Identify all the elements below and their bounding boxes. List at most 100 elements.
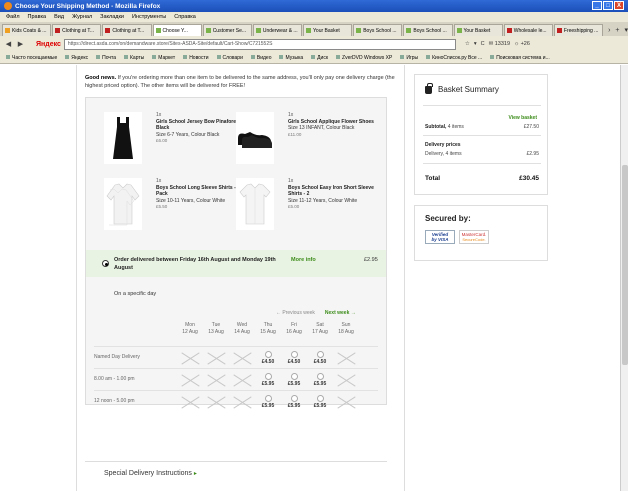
bookmark-item[interactable]: Часто посещаемые [6,55,57,61]
browser-tab[interactable]: Underwear & ... [252,24,303,36]
product-info: 1x Girls School Jersey Bow Pinafore - Bl… [156,112,244,145]
browser-tab[interactable]: Clothing at T... [102,24,152,36]
unavailable-slot [230,393,254,411]
browser-tab[interactable]: Freeshipping ... [553,24,604,36]
bookmark-item[interactable]: Маркет [152,55,175,61]
minimize-button[interactable]: _ [592,1,602,10]
browser-tab[interactable]: Boys School ... [403,24,453,36]
browser-tab[interactable]: Wholesale le... [503,24,553,36]
bookmark-item[interactable]: Диск [311,55,328,61]
day-date: 16 Aug [286,329,302,335]
tab-scroll-right-icon[interactable]: › [608,27,610,34]
view-basket-link[interactable]: View basket [508,115,537,121]
delivery-slot[interactable]: £4.50 [282,349,306,367]
day-date: 18 Aug [338,329,354,335]
browser-tab[interactable]: Clothing at T... [52,24,102,36]
tab-favicon-icon [456,28,462,33]
delivery-slot[interactable]: £4.50 [256,349,280,367]
week-navigation: ← Previous week Next week → [276,310,356,316]
menu-history[interactable]: Журнал [72,14,92,20]
bookmark-item[interactable]: КиноСписок.ру Все ... [426,55,482,61]
slot-radio[interactable] [264,351,272,358]
special-instructions-toggle[interactable]: Special Delivery Instructions ▸ [104,470,197,477]
product-name[interactable]: Girls School Jersey Bow Pinafore - Black [156,119,244,132]
tab-list-icon[interactable]: ▾ [625,26,628,34]
browser-tab[interactable]: Boys School ... [353,24,403,36]
slot-radio[interactable] [290,373,298,380]
delivery-option-row[interactable]: Order delivered between Friday 16th Augu… [86,250,386,277]
browser-tab[interactable]: Your Basket [303,24,353,36]
menu-file[interactable]: Файл [6,14,20,20]
tab-favicon-icon [155,28,161,33]
more-info-link[interactable]: More info [291,257,316,263]
next-week-link[interactable]: Next week → [325,310,356,316]
menu-edit[interactable]: Правка [28,14,47,20]
slot-radio[interactable] [316,395,324,402]
history-dropdown-icon[interactable]: ▾ [474,41,477,47]
previous-week-link[interactable]: ← Previous week [276,310,315,316]
tab-favicon-icon [406,28,412,33]
menu-help[interactable]: Справка [174,14,196,20]
slot-radio[interactable] [316,351,324,358]
tab-label: Clothing at T... [62,27,95,34]
browser-tab[interactable]: Your Basket [453,24,503,36]
bookmark-item[interactable]: Почта [96,55,116,61]
delivery-slot[interactable]: £5.95 [256,393,280,411]
delivery-slot[interactable]: £4.50 [308,349,332,367]
toolbar-right: ☆ ▾ C ✉ 13319 ☼ +26 [465,41,530,47]
delivery-slot[interactable]: £5.95 [282,371,306,389]
basket-summary-title: Basket Summary [425,83,499,94]
weather-widget[interactable]: ☼ +26 [514,41,530,47]
back-button[interactable]: ◀ [4,40,13,48]
bookmark-item[interactable]: Яндекс [65,55,88,61]
day-name: Sun [341,322,351,328]
bookmark-star-icon[interactable]: ☆ [465,41,470,47]
delivery-row: Delivery, 4 items £2.95 [425,151,539,157]
slot-radio[interactable] [316,373,324,380]
delivery-prices-heading: Delivery prices [425,142,461,148]
bookmark-item[interactable]: Музыка [279,55,303,61]
maximize-button[interactable]: □ [603,1,613,10]
scrollbar-thumb[interactable] [622,165,628,365]
forward-button[interactable]: ▶ [16,40,25,48]
bookmark-item[interactable]: ZverDVD Windows XP [336,55,392,61]
menu-view[interactable]: Вид [54,14,64,20]
slot-radio[interactable] [290,395,298,402]
slot-radio[interactable] [264,373,272,380]
bookmark-item[interactable]: Карты [124,55,144,61]
slot-radio[interactable] [264,395,272,402]
bookmark-item[interactable]: Видео [251,55,272,61]
unavailable-cross-icon [233,374,251,386]
delivery-slot[interactable]: £5.95 [282,393,306,411]
bookmark-item[interactable]: Новости [183,55,208,61]
browser-tab[interactable]: Choose Y... [152,24,202,36]
window-titlebar: Choose Your Shipping Method - Mozilla Fi… [0,0,628,12]
reload-button[interactable]: C [481,41,485,47]
day-name: Tue [211,322,221,328]
new-tab-button[interactable]: + [615,27,619,34]
browser-tab[interactable]: Customer Se... [202,24,252,36]
delivery-slot[interactable]: £5.95 [308,371,332,389]
unavailable-cross-icon [337,374,355,386]
delivery-slot[interactable]: £5.95 [308,393,332,411]
bookmark-item[interactable]: Словари [217,55,243,61]
bookmark-item[interactable]: Поисковая система и... [490,55,550,61]
delivery-slot[interactable]: £5.95 [256,371,280,389]
menu-bookmarks[interactable]: Закладки [100,14,124,20]
calendar-row-divider [94,390,378,391]
close-button[interactable]: X [614,1,624,10]
vertical-scrollbar[interactable] [620,65,628,491]
mastercard-securecode-logo: MasterCard. SecureCode. [459,230,489,244]
product-name[interactable]: Boys School Easy Iron Short Sleeve Shirt… [288,185,376,198]
browser-tab[interactable]: Kids Coats & ... [2,24,52,36]
product-name[interactable]: Boys School Long Sleeve Shirts - 2 Pack [156,185,244,198]
mail-counter[interactable]: ✉ 13319 [489,41,510,47]
url-field[interactable]: https://direct.asda.com/on/demandware.st… [63,38,456,50]
slot-radio[interactable] [290,351,298,358]
slot-price: £5.95 [287,381,301,387]
menu-tools[interactable]: Инструменты [132,14,166,20]
delivery-option-radio[interactable] [102,260,109,267]
bookmark-item[interactable]: Игры [400,55,418,61]
day-name: Fri [291,322,297,328]
unavailable-cross-icon [207,374,225,386]
